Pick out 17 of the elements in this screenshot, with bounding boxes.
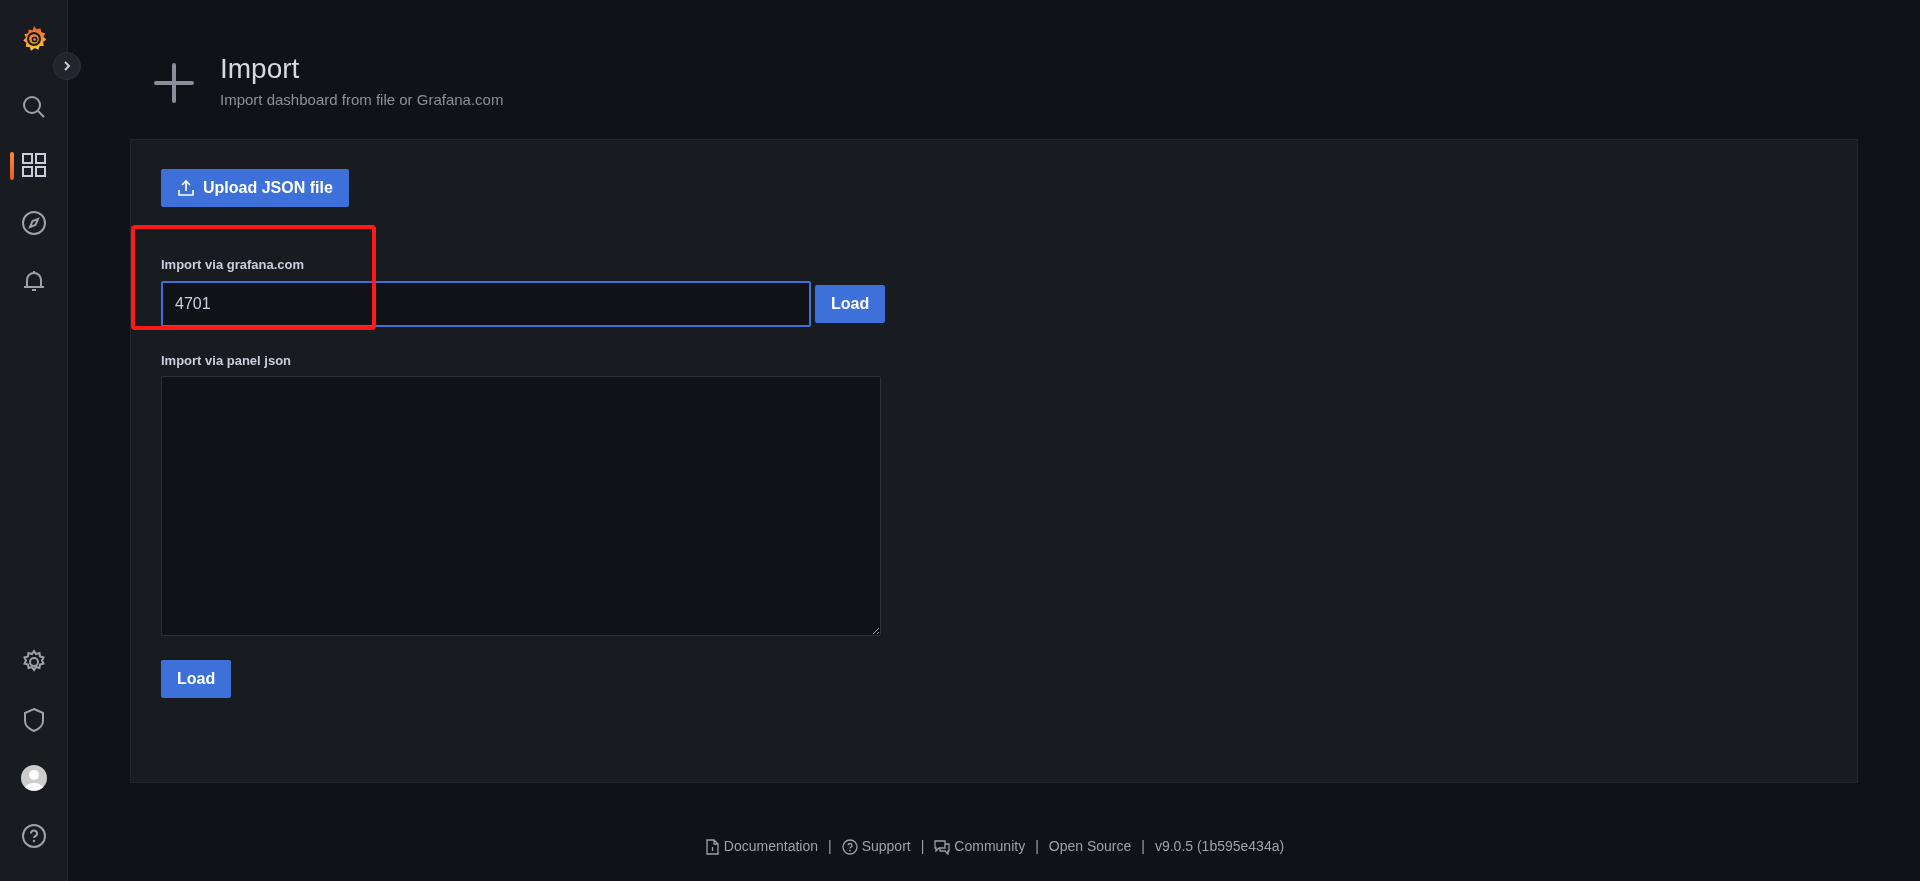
load-button[interactable]: Load (161, 660, 232, 699)
footer-link[interactable]: Documentation (703, 836, 818, 857)
footer-link[interactable]: Open Source (1048, 836, 1132, 857)
page-subtitle: Import dashboard from file or Grafana.com (220, 89, 504, 110)
dashboard-id-input[interactable]: 4701 (161, 280, 811, 327)
field-label: Import via grafana.com (161, 256, 306, 275)
page-title: Import (220, 54, 301, 85)
footer-link[interactable]: Community (934, 836, 1026, 857)
separator: | (1141, 837, 1145, 856)
field-label: Import via panel json (161, 351, 293, 370)
load-button[interactable]: Load (815, 284, 886, 323)
upload-json-button[interactable]: Upload JSON file (161, 169, 349, 208)
separator: | (1035, 837, 1039, 856)
footer-link[interactable]: Support (841, 836, 911, 857)
separator: | (828, 837, 832, 856)
footer-link[interactable]: v9.0.5 (1b595e434a) (1154, 836, 1285, 857)
separator: | (920, 837, 925, 856)
